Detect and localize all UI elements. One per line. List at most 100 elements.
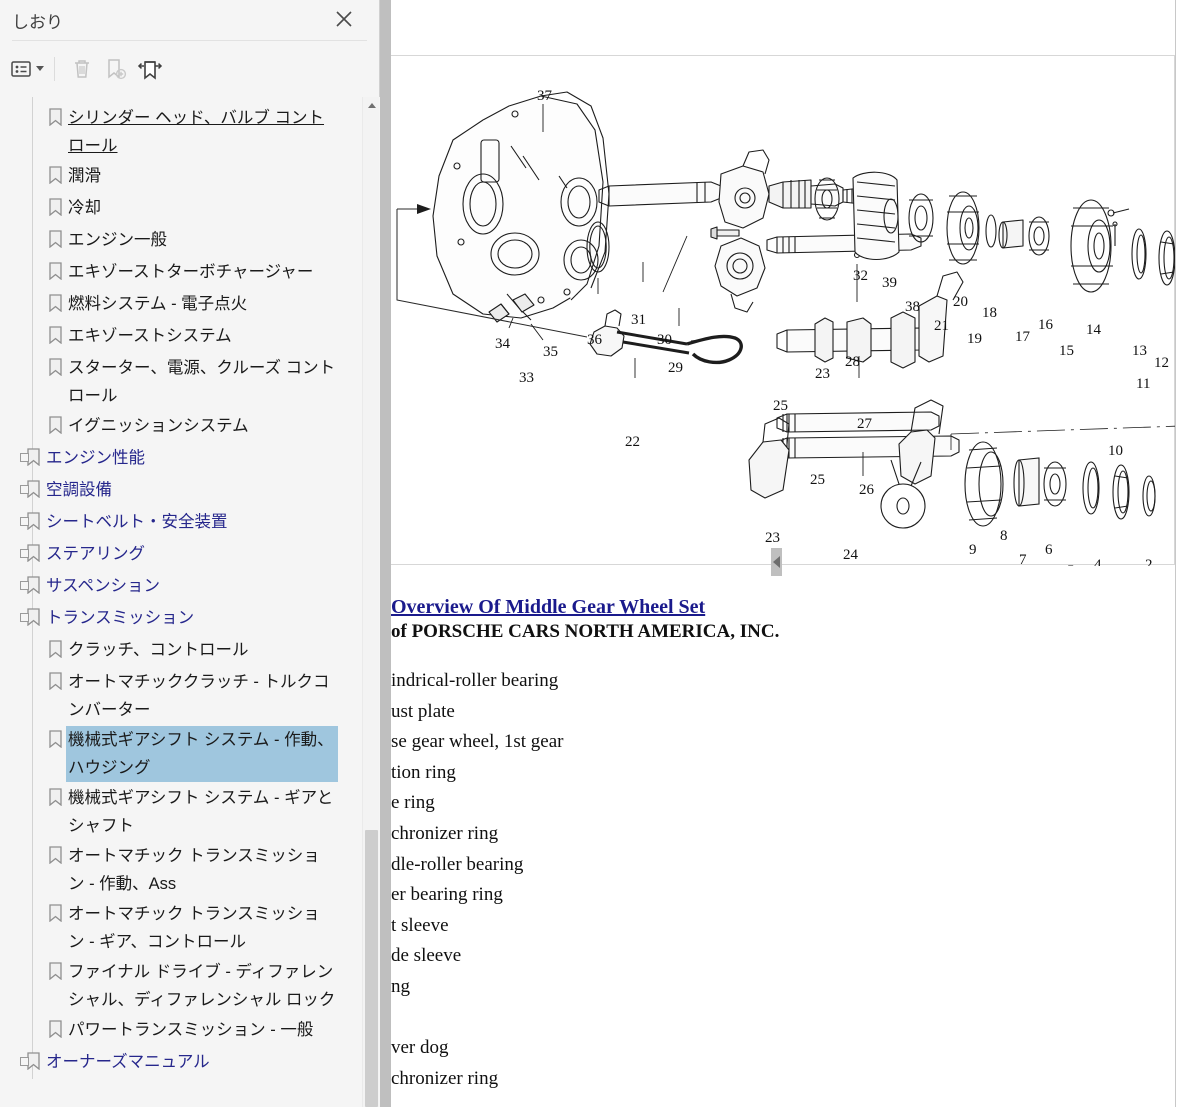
- bookmark-label: スターター、電源、クルーズ コントロール: [68, 359, 336, 405]
- bookmarks-scrollbar[interactable]: [362, 97, 379, 1107]
- list-options-button[interactable]: [10, 52, 44, 86]
- bookmark-item[interactable]: 機械式ギアシフト システム - 作動、ハウジング: [0, 725, 362, 783]
- bookmark-label: 冷却: [68, 199, 101, 217]
- bookmark-item[interactable]: シリンダー ヘッド、バルブ コントロール: [0, 103, 362, 161]
- parts-list-line: [391, 1003, 1175, 1034]
- bookmark-item[interactable]: エンジン性能: [0, 443, 362, 475]
- svg-text:33: 33: [519, 370, 534, 386]
- svg-text:16: 16: [1038, 317, 1054, 333]
- bookmark-item[interactable]: エキゾーストターボチャージャー: [0, 257, 362, 289]
- bookmark-item[interactable]: サスペンション: [0, 571, 362, 603]
- figure-frame: 37 34 35 36 33 31 30 29 22 23 25 28 27 2…: [391, 55, 1175, 566]
- parts-list-line: er bearing ring: [391, 884, 503, 906]
- bookmark-item[interactable]: オーナーズマニュアル: [0, 1047, 362, 1079]
- parts-list-line: se gear wheel, 1st gear: [391, 731, 564, 753]
- bookmark-item[interactable]: クラッチ、コントロール: [0, 635, 362, 667]
- svg-text:29: 29: [668, 360, 683, 376]
- document-title-link[interactable]: Overview Of Middle Gear Wheel Set: [391, 596, 1175, 619]
- svg-text:24: 24: [843, 547, 859, 563]
- bookmark-item[interactable]: スターター、電源、クルーズ コントロール: [0, 353, 362, 411]
- bookmark-item[interactable]: パワートランスミッション - 一般: [0, 1015, 362, 1047]
- bookmark-icon: [44, 784, 66, 814]
- bookmark-label: オーナーズマニュアル: [46, 1053, 210, 1071]
- expand-toggle-icon[interactable]: [20, 581, 29, 590]
- close-icon: [336, 11, 352, 27]
- bookmarks-panel-header: しおり: [0, 0, 379, 41]
- expand-toggle-icon[interactable]: [20, 613, 29, 622]
- bookmark-item[interactable]: 潤滑: [0, 161, 362, 193]
- svg-text:30: 30: [657, 332, 672, 348]
- bookmarks-tree-viewport: シリンダー ヘッド、バルブ コントロール 潤滑冷却エンジン一般エキゾーストターボチ…: [0, 97, 380, 1107]
- bookmark-item[interactable]: エンジン一般: [0, 225, 362, 257]
- bookmark-item[interactable]: トランスミッション: [0, 603, 362, 635]
- parts-list-line: ver dog: [391, 1037, 449, 1059]
- svg-text:38: 38: [905, 299, 920, 315]
- expand-toggle-icon[interactable]: [20, 517, 29, 526]
- trash-icon: [75, 59, 89, 78]
- svg-text:22: 22: [625, 434, 640, 450]
- parts-list-line: indrical-roller bearing: [391, 670, 559, 691]
- sidebar-collapse-handle[interactable]: [771, 548, 782, 576]
- bookmark-item[interactable]: シートベルト・安全装置: [0, 507, 362, 539]
- bookmark-item[interactable]: 燃料システム - 電子点火: [0, 289, 362, 321]
- chevron-down-icon: [35, 66, 44, 71]
- page-left-gutter: [380, 0, 391, 1107]
- bookmarks-panel: しおり シリンダー ヘッド、バルブ コントロール 潤滑 冷却 エンジン一般 エキ…: [0, 0, 380, 1107]
- svg-text:6: 6: [1045, 542, 1053, 558]
- parts-list-line: chronizer ring: [391, 1067, 499, 1089]
- bookmark-item[interactable]: 冷却: [0, 193, 362, 225]
- bookmark-icon: [44, 726, 66, 756]
- svg-text:9: 9: [969, 542, 977, 558]
- bookmark-label: オートマチック トランスミッション - ギア、コントロール: [68, 905, 320, 951]
- parts-list-line: ng: [391, 975, 410, 997]
- bookmark-item[interactable]: オートマチック トランスミッション - 作動、Ass: [0, 841, 362, 899]
- bookmark-item[interactable]: ステアリング: [0, 539, 362, 571]
- bookmark-item[interactable]: 空調設備: [0, 475, 362, 507]
- svg-text:37: 37: [537, 88, 553, 104]
- bookmark-icon: [44, 1016, 66, 1046]
- svg-text:34: 34: [495, 336, 511, 352]
- svg-text:8: 8: [1000, 528, 1008, 544]
- parts-list-line: t sleeve: [391, 914, 449, 936]
- add-bookmark-icon: [108, 58, 127, 79]
- scroll-up-button[interactable]: [363, 97, 380, 114]
- expand-bookmarks-button[interactable]: [133, 52, 167, 86]
- expand-toggle-icon[interactable]: [20, 453, 29, 462]
- bookmark-icon: [44, 104, 66, 134]
- svg-text:12: 12: [1154, 355, 1169, 371]
- chevron-up-icon: [367, 103, 376, 108]
- svg-text:21: 21: [934, 318, 949, 334]
- bookmark-label: 燃料システム - 電子点火: [68, 295, 248, 313]
- bookmark-label: 空調設備: [46, 481, 112, 499]
- expand-toggle-icon[interactable]: [20, 485, 29, 494]
- svg-text:28: 28: [845, 354, 860, 370]
- bookmark-item[interactable]: エキゾーストシステム: [0, 321, 362, 353]
- parts-list-line: chronizer ring: [391, 822, 499, 844]
- parts-list-line: ust plate: [391, 700, 455, 722]
- bookmark-label: エンジン一般: [68, 231, 167, 249]
- bookmark-item[interactable]: 機械式ギアシフト システム - ギアとシャフト: [0, 783, 362, 841]
- close-panel-button[interactable]: [329, 4, 359, 34]
- svg-text:2: 2: [1145, 557, 1153, 566]
- expand-toggle-icon[interactable]: [20, 1057, 29, 1066]
- svg-text:7: 7: [1019, 552, 1027, 566]
- bookmark-icon: [44, 162, 66, 192]
- add-bookmark-button[interactable]: [99, 52, 133, 86]
- expand-toggle-icon[interactable]: [20, 549, 29, 558]
- bookmarks-tree: シリンダー ヘッド、バルブ コントロール 潤滑冷却エンジン一般エキゾーストターボチ…: [0, 97, 362, 1079]
- parts-list-line: dle-roller bearing: [391, 853, 524, 875]
- svg-text:18: 18: [982, 305, 997, 321]
- svg-text:19: 19: [967, 331, 982, 347]
- bookmark-item[interactable]: オートマチッククラッチ - トルクコンバーター: [0, 667, 362, 725]
- bookmark-item[interactable]: イグニッションシステム: [0, 411, 362, 443]
- bookmark-item[interactable]: ファイナル ドライブ - ディファレンシャル、ディファレンシャル ロック: [0, 957, 362, 1015]
- svg-text:17: 17: [1015, 329, 1031, 345]
- svg-text:14: 14: [1086, 322, 1102, 338]
- delete-bookmark-button[interactable]: [65, 52, 99, 86]
- list-options-icon: [10, 60, 31, 77]
- bookmark-icon: [44, 258, 66, 288]
- bookmark-item[interactable]: オートマチック トランスミッション - ギア、コントロール: [0, 899, 362, 957]
- scrollbar-thumb[interactable]: [365, 830, 378, 1107]
- svg-text:20: 20: [953, 294, 968, 310]
- svg-text:10: 10: [1108, 443, 1123, 459]
